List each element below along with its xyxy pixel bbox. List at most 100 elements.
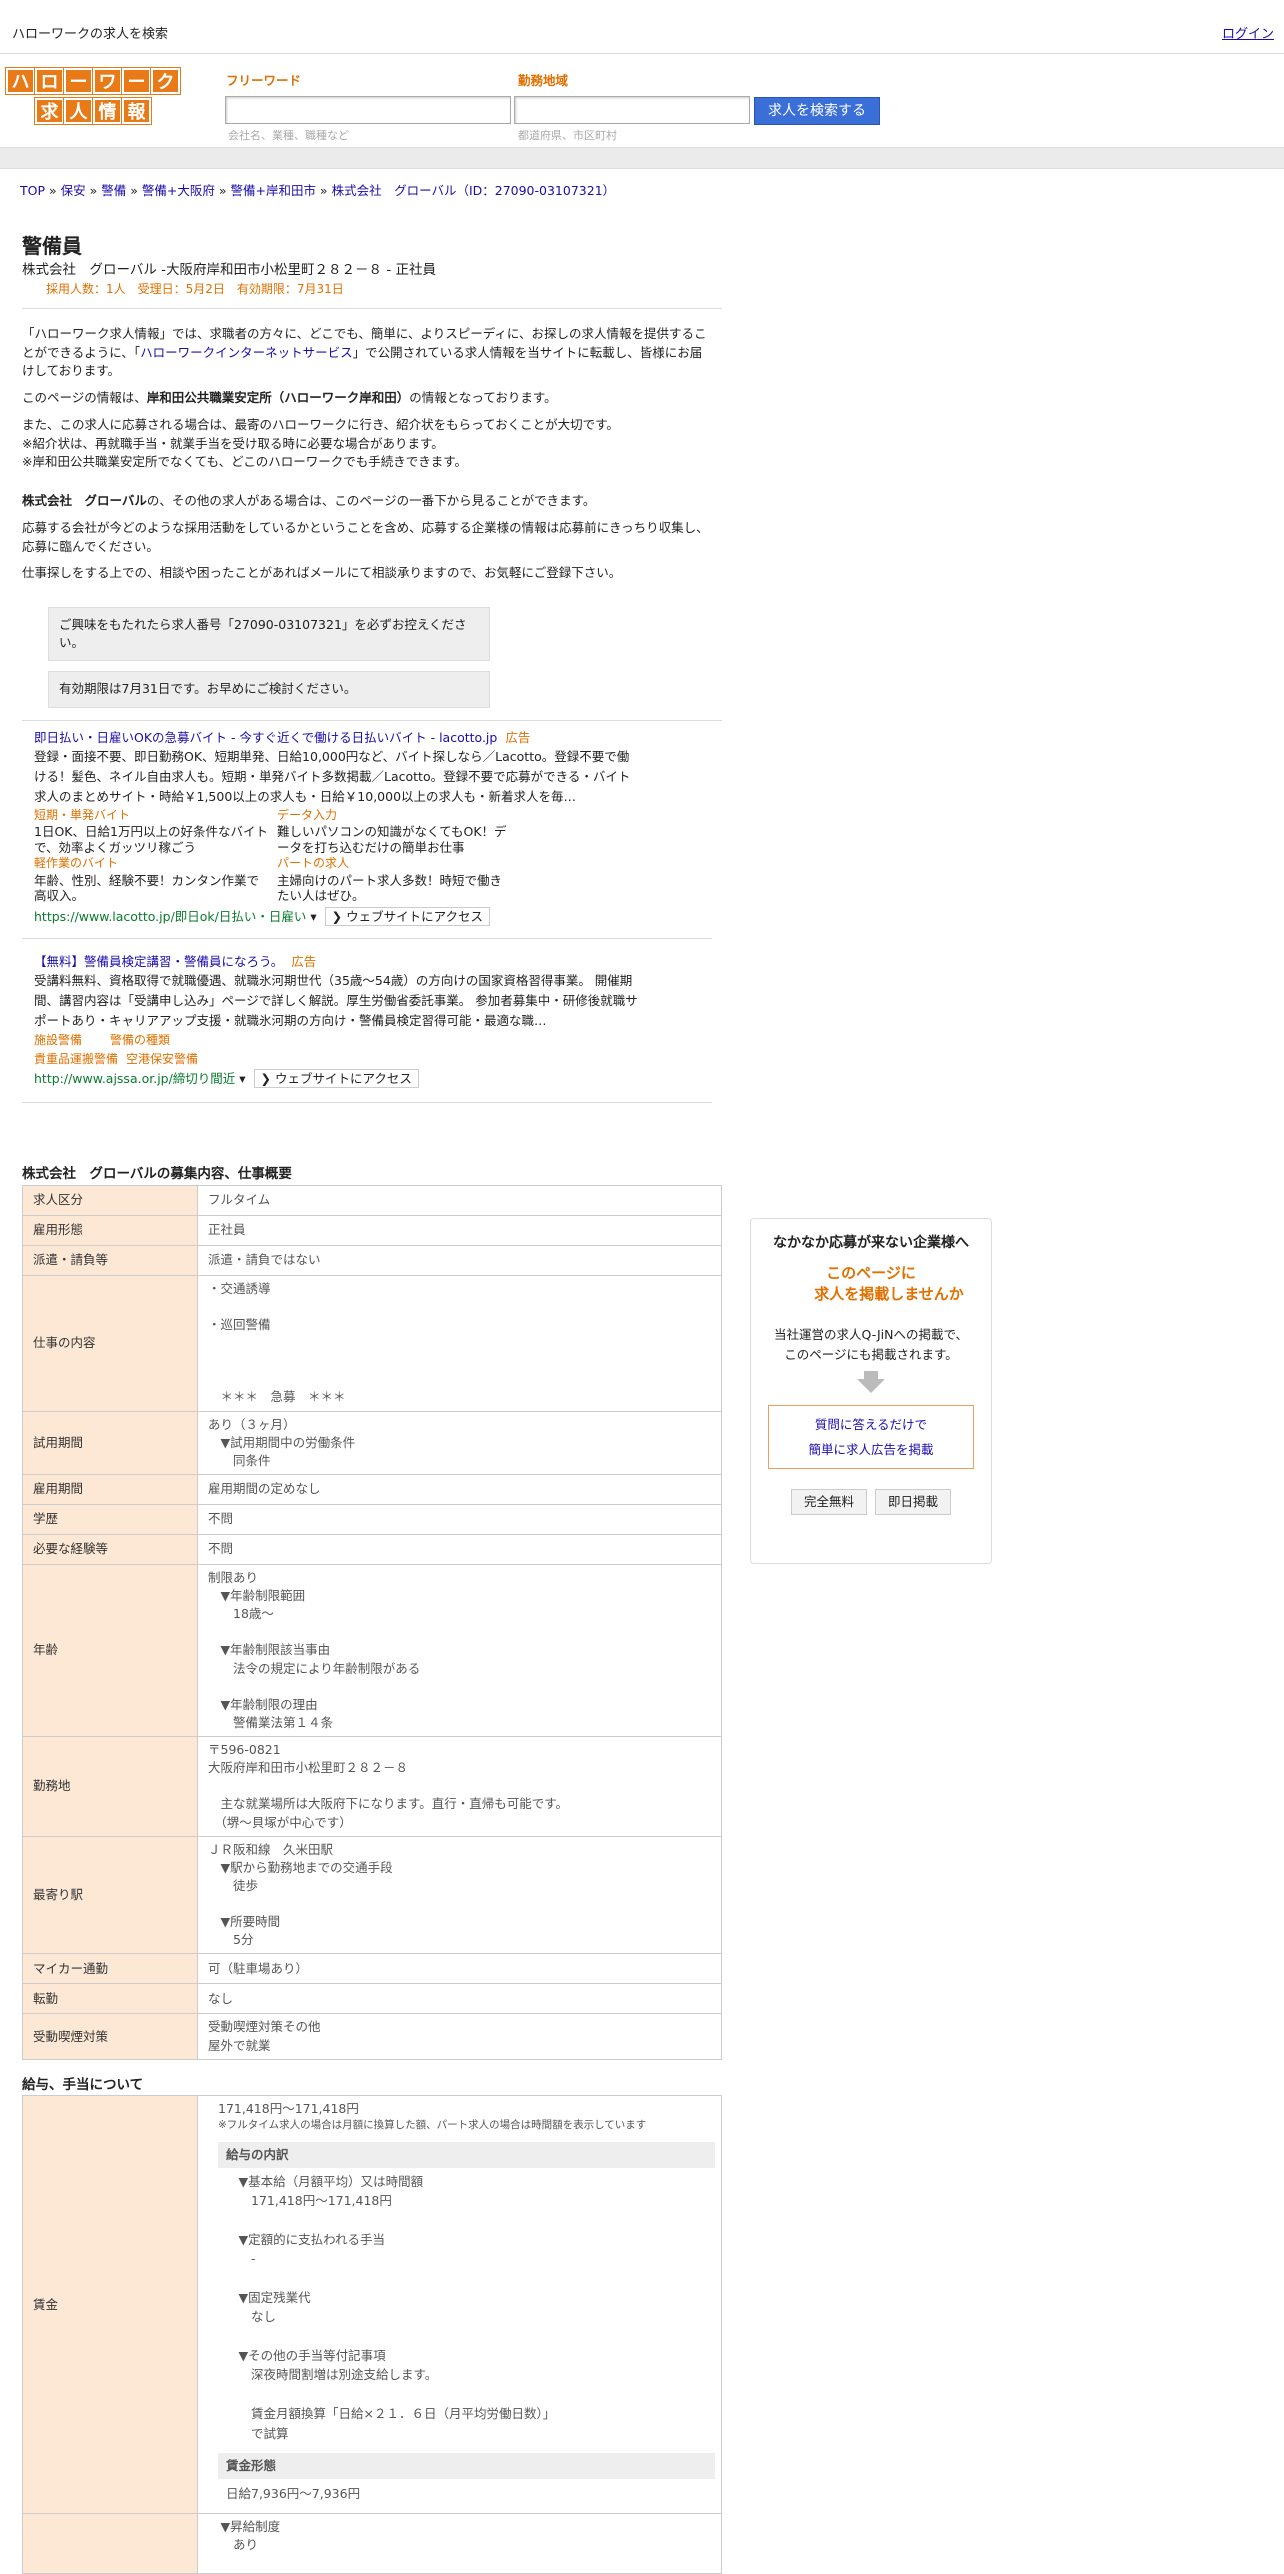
post-ad-link[interactable]: 質問に答えるだけで <box>815 1417 927 1432</box>
panel-text: 当社運営の求人Q-JiNへの掲載で、 このページにも掲載されます。 <box>774 1327 968 1363</box>
crumb-company[interactable]: 株式会社 グローバル（ID：27090-03107321） <box>332 183 616 198</box>
free-word-label: フリーワード <box>226 73 302 88</box>
row-value: 不問 <box>197 1533 722 1565</box>
ad-title-link[interactable]: 【無料】警備員検定講習・警備員になろう。 <box>34 954 283 969</box>
job-meta: 採用人数：1人 受理日：5月2日 有効期限：7月31日 <box>46 281 344 296</box>
row-key: 年齢 <box>22 1563 198 1738</box>
job-number-notice: ご興味をもたれたら求人番号「27090-03107321」を必ずお控えください。 <box>48 607 490 662</box>
table-row: マイカー通勤 可（駐車場あり） <box>22 1953 722 1985</box>
row-value: 〒596-0821 大阪府岸和田市小松里町２８２－８ 主な就業場所は大阪府下にな… <box>197 1736 722 1837</box>
row-key: 転勤 <box>22 1983 198 2015</box>
ad-url[interactable]: http://www.ajssa.or.jp/締切り間近 <box>34 1071 235 1086</box>
row-value: なし <box>197 1983 722 2015</box>
ad-ajssa: 【無料】警備員検定講習・警備員になろう。 広告 受講料無料、資格取得で就職優遇、就… <box>34 953 704 1089</box>
ad-sitelink[interactable]: 貴重品運搬警備 <box>34 1052 118 1066</box>
gray-band <box>0 147 1284 169</box>
apply-note: また、この求人に応募される場合は、最寄のハローワークに行き、紹介状をもらっておく… <box>22 416 619 432</box>
row-key: 試用期間 <box>22 1410 198 1475</box>
other-jobs-note: 株式会社 グローバルの、その他の求人がある場合は、このページの一番下から見ること… <box>22 493 596 509</box>
logo-char: ー <box>122 68 151 94</box>
row-key: 賃金 <box>22 2095 198 2515</box>
job-details-table: 求人区分 フルタイム 雇用形態 正社員 派遣・請負等 派遣・請負ではない 仕事の内容 ・交通誘… <box>22 1184 722 2060</box>
visit-website-button[interactable]: ❯ ウェブサイトにアクセス <box>324 906 490 926</box>
search-button[interactable]: 求人を検索する <box>754 97 880 125</box>
crumb-security[interactable]: 保安 <box>61 183 86 198</box>
ad-sitelink-desc: 年齢、性別、経験不要！カンタン作業で高収入。 <box>34 872 260 904</box>
salary-breakdown: ▼基本給（月額平均）又は時間額 171,418円〜171,418円 ▼定額的に支… <box>238 2173 556 2441</box>
row-key: 最寄り駅 <box>22 1835 198 1955</box>
table-row: 必要な経験等 不問 <box>22 1533 722 1565</box>
row-key: 派遣・請負等 <box>22 1244 198 1276</box>
panel-title: なかなか応募が来ない企業様へ <box>773 1235 969 1251</box>
visit-website-button[interactable]: ❯ ウェブサイトにアクセス <box>253 1069 419 1089</box>
logo-char: ロ <box>35 68 64 94</box>
crumb-guard-kishiwada[interactable]: 警備+岸和田市 <box>230 183 315 198</box>
table-row: 転勤 なし <box>22 1983 722 2015</box>
post-ad-link[interactable]: 簡単に求人広告を掲載 <box>808 1442 933 1457</box>
referral-note: ※紹介状は、再就職手当・就業手当を受け取る時に必要な場合があります。 <box>22 435 444 451</box>
ad-sitelink[interactable]: 警備の種類 <box>110 1033 170 1047</box>
research-note: 応募する会社が今どのような採用活動をしているかということを含め、応募する企業様の… <box>22 519 709 554</box>
area-input[interactable] <box>514 96 750 124</box>
row-key: 受動喫煙対策 <box>22 2013 198 2060</box>
row-key: 雇用形態 <box>22 1214 198 1246</box>
consult-note: 仕事探しをする上での、相談や困ったことがあればメールにて相談承りますので、お気軽… <box>22 565 622 581</box>
wage-type: 日給7,936円〜7,936円 <box>226 2486 361 2502</box>
table-row: ▼昇給制度 あり <box>22 2513 722 2574</box>
row-value: 受動喫煙対策その他 屋外で就業 <box>197 2013 722 2060</box>
logo-char: ワ <box>93 68 122 94</box>
login-link[interactable]: ログイン <box>1222 26 1274 45</box>
breadcrumb: TOP » 保安 » 警備 » 警備+大阪府 » 警備+岸和田市 » 株式会社 … <box>20 183 616 198</box>
row-value: 不問 <box>197 1503 722 1535</box>
row-value: 制限あり ▼年齢制限範囲 18歳〜 ▼年齢制限該当事由 法令の規定により年齢制限… <box>197 1563 722 1738</box>
ad-sitelink-desc: 難しいパソコンの知識がなくてもOK！データを打ち込むだけの簡単お仕事 <box>277 824 507 855</box>
site-title: ハローワークの求人を検索 <box>12 27 169 42</box>
row-key: マイカー通勤 <box>22 1953 198 1985</box>
any-office-note: ※岸和田公共職業安定所でなくても、どこのハローワークでも手続きできます。 <box>22 454 467 470</box>
salary-breakdown-header: 給与の内訳 <box>218 2141 715 2168</box>
deadline-notice: 有効期限は7月31日です。お早めにご検討ください。 <box>48 671 490 708</box>
ad-sitelink[interactable]: 空港保安警備 <box>126 1052 198 1066</box>
logo-char: ハ <box>6 68 35 94</box>
ad-title-link[interactable]: 即日払い・日雇いOKの急募バイト - 今すぐ近くで働ける日払いバイト - lac… <box>34 730 497 745</box>
free-word-hint: 会社名、業種、職種など <box>228 129 349 142</box>
hellowork-internet-link[interactable]: ハローワークインターネットサービス <box>140 345 353 360</box>
same-day-button[interactable]: 即日掲載 <box>875 1489 952 1516</box>
table-row: 最寄り駅 ＪＲ阪和線 久米田駅 ▼駅から勤務地までの交通手段 徒歩 ▼所要時間 5… <box>22 1835 722 1955</box>
ad-sitelink[interactable]: 施設警備 <box>34 1033 82 1047</box>
job-title: 警備員 <box>22 234 82 258</box>
crumb-guard-osaka[interactable]: 警備+大阪府 <box>142 183 215 198</box>
down-arrow-icon <box>864 1371 878 1380</box>
table-row: 学歴 不問 <box>22 1503 722 1535</box>
wage-type-header: 賃金形態 <box>218 2452 715 2480</box>
ad-sitelink-desc: 1日OK、日給1万円以上の好条件なバイトで、効率よくガッツリ稼ごう <box>34 824 268 855</box>
ad-badge: 広告 <box>505 729 531 745</box>
top-bar: ハローワークの求人を検索 ログイン <box>0 0 1284 54</box>
job-details-title: 株式会社 グローバルの募集内容、仕事概要 <box>22 1166 292 1183</box>
ad-url[interactable]: https://www.lacotto.jp/即日ok/日払い・日雇い <box>34 909 306 924</box>
table-row: 受動喫煙対策 受動喫煙対策その他 屋外で就業 <box>22 2013 722 2060</box>
ad-sitelink[interactable]: 軽作業のバイト <box>34 855 269 872</box>
advertise-panel: なかなか応募が来ない企業様へ このページに 求人を掲載しませんか 当社運営の求人Q… <box>750 1218 992 1564</box>
main-content: 警備員 株式会社 グローバル -大阪府岸和田市小松里町２８２－８ - 正社員 採… <box>22 232 722 2574</box>
ad-sitelink[interactable]: 短期・単発バイト <box>34 807 269 824</box>
free-word-input[interactable] <box>225 96 511 124</box>
area-hint: 都道府県、市区町村 <box>518 129 617 142</box>
ad-lacotto: 即日払い・日雇いOKの急募バイト - 今すぐ近くで働ける日払いバイト - lac… <box>34 729 704 927</box>
divider <box>22 307 722 309</box>
panel-headline: このページに 求人を掲載しませんか <box>814 1264 964 1304</box>
crumb-guard[interactable]: 警備 <box>101 183 126 198</box>
free-button[interactable]: 完全無料 <box>790 1489 867 1516</box>
ad-sitelink[interactable]: データ入力 <box>277 807 512 824</box>
table-row: 派遣・請負等 派遣・請負ではない <box>22 1244 722 1276</box>
row-key: 仕事の内容 <box>22 1274 198 1412</box>
logo-char: ー <box>64 68 93 94</box>
divider <box>22 719 722 721</box>
salary-title: 給与、手当について <box>22 2076 144 2093</box>
crumb-top[interactable]: TOP <box>20 183 45 198</box>
table-row: 勤務地 〒596-0821 大阪府岸和田市小松里町２８２－８ 主な就業場所は大阪府… <box>22 1736 722 1837</box>
ad-sitelink[interactable]: パートの求人 <box>277 855 512 872</box>
hellowork-logo[interactable]: ハローワーク 求人情報 <box>4 68 182 126</box>
row-value: 正社員 <box>197 1214 722 1246</box>
row-key: 学歴 <box>22 1503 198 1535</box>
